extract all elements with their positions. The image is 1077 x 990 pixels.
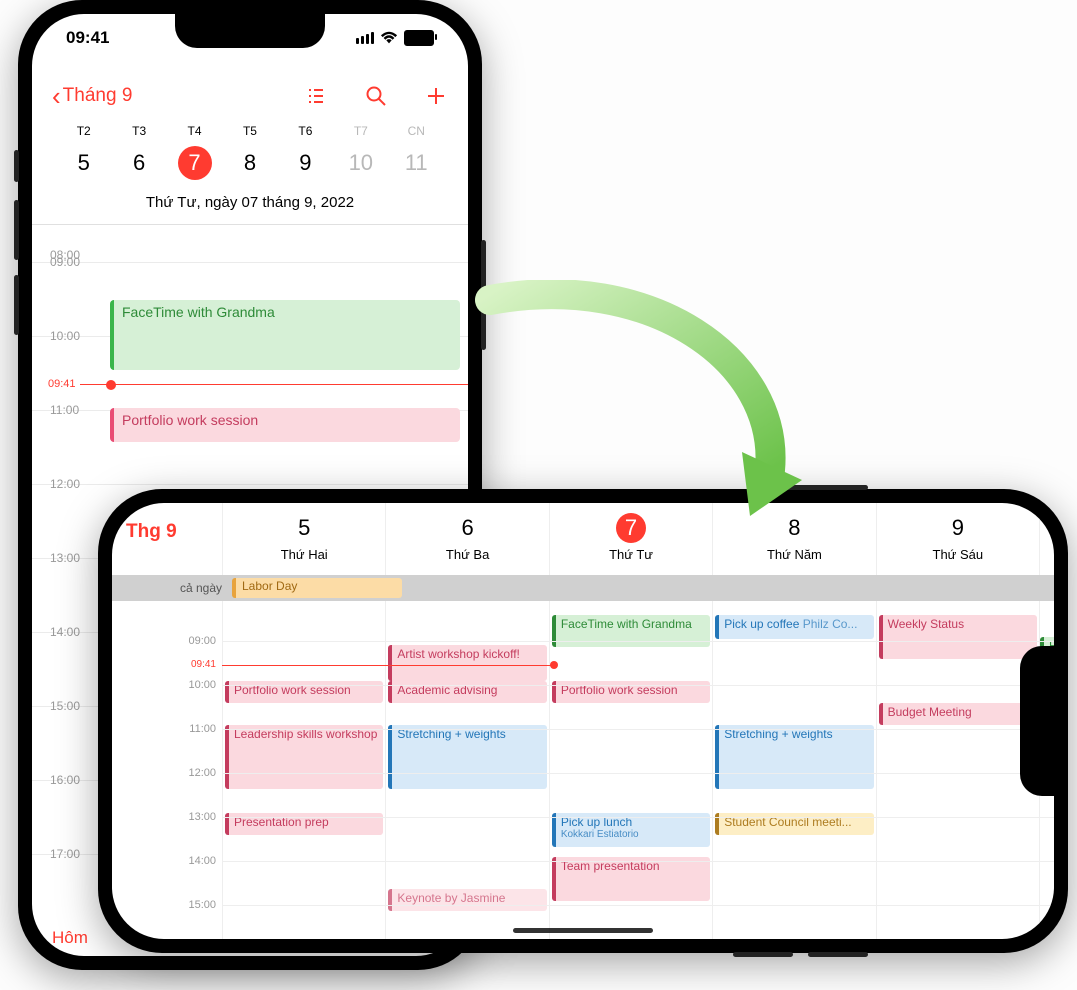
- grid-col-fri: Weekly Status Budget Meeting: [876, 601, 1039, 939]
- all-day-row: cả ngày Labor Day: [112, 575, 1054, 601]
- search-button[interactable]: [364, 84, 388, 108]
- today-button[interactable]: Hôm: [52, 928, 88, 948]
- search-icon: [364, 84, 388, 108]
- chevron-left-icon: ‹: [52, 83, 61, 109]
- day-5[interactable]: 5: [67, 146, 101, 180]
- iphone-landscape: Thg 9 5Thứ Hai 6Thứ Ba 7Thứ Tư 8Thứ Năm …: [98, 489, 1068, 953]
- event-facetime-grandma[interactable]: FaceTime with Grandma: [110, 300, 460, 370]
- event-wed-team[interactable]: Team presentation: [552, 857, 710, 901]
- week-grid[interactable]: 09:00 10:00 11:00 12:00 13:00 14:00 15:0…: [112, 601, 1054, 939]
- event-wed-lunch[interactable]: Pick up lunchKokkari Estiatorio: [552, 813, 710, 847]
- status-time: 09:41: [66, 28, 109, 48]
- now-indicator-dot: [106, 380, 116, 390]
- event-thu-coffee[interactable]: Pick up coffee Philz Co...: [715, 615, 873, 639]
- list-view-button[interactable]: [304, 84, 328, 108]
- grid-col-thu: Pick up coffee Philz Co... Stretching + …: [712, 601, 875, 939]
- now-line-landscape: [222, 665, 554, 666]
- event-wed-facetime[interactable]: FaceTime with Grandma: [552, 615, 710, 647]
- week-col-mon[interactable]: 5Thứ Hai: [222, 503, 385, 575]
- all-day-label: cả ngày: [112, 581, 230, 595]
- cellular-icon: [356, 32, 374, 44]
- add-event-button[interactable]: [424, 84, 448, 108]
- event-mon-leadership[interactable]: Leadership skills workshop: [225, 725, 383, 789]
- day-8[interactable]: 8: [233, 146, 267, 180]
- day-7-selected[interactable]: 7: [178, 146, 212, 180]
- date-title: Thứ Tư, ngày 07 tháng 9, 2022: [32, 194, 468, 211]
- event-fri-weekly[interactable]: Weekly Status: [879, 615, 1037, 659]
- grid-col-mon: Portfolio work session Leadership skills…: [222, 601, 385, 939]
- wifi-icon: [380, 31, 398, 45]
- now-dot-landscape: [550, 661, 558, 669]
- event-fri-budget[interactable]: Budget Meeting: [879, 703, 1037, 725]
- week-day-picker[interactable]: T25 T36 T47 T58 T69 T710 CN11: [32, 124, 468, 180]
- day-9[interactable]: 9: [288, 146, 322, 180]
- event-thu-stretch[interactable]: Stretching + weights: [715, 725, 873, 789]
- day-11[interactable]: 11: [399, 146, 433, 180]
- day-6[interactable]: 6: [122, 146, 156, 180]
- event-tue-stretch[interactable]: Stretching + weights: [388, 725, 546, 789]
- battery-icon: [404, 30, 434, 46]
- landscape-screen: Thg 9 5Thứ Hai 6Thứ Ba 7Thứ Tư 8Thứ Năm …: [112, 503, 1054, 939]
- now-indicator-line: [80, 384, 468, 385]
- event-portfolio-work[interactable]: Portfolio work session: [110, 408, 460, 442]
- list-icon: [304, 84, 328, 108]
- week-col-thu[interactable]: 8Thứ Năm: [712, 503, 875, 575]
- back-label: Tháng 9: [63, 85, 133, 107]
- home-indicator[interactable]: [513, 928, 653, 933]
- event-labor-day[interactable]: Labor Day: [232, 578, 402, 598]
- month-label[interactable]: Thg 9: [126, 521, 177, 543]
- grid-col-tue: Artist workshop kickoff! Academic advisi…: [385, 601, 548, 939]
- week-col-fri[interactable]: 9Thứ Sáu: [876, 503, 1039, 575]
- day-10[interactable]: 10: [344, 146, 378, 180]
- week-col-tue[interactable]: 6Thứ Ba: [385, 503, 548, 575]
- back-button[interactable]: ‹ Tháng 9: [52, 83, 132, 109]
- week-col-wed[interactable]: 7Thứ Tư: [549, 503, 712, 575]
- now-time-label: 09:41: [48, 378, 76, 390]
- event-tue-artist[interactable]: Artist workshop kickoff!: [388, 645, 546, 681]
- event-tue-keynote[interactable]: Keynote by Jasmine: [388, 889, 546, 911]
- grid-col-wed: FaceTime with Grandma Portfolio work ses…: [549, 601, 712, 939]
- plus-icon: [424, 84, 448, 108]
- week-header: Thg 9 5Thứ Hai 6Thứ Ba 7Thứ Tư 8Thứ Năm …: [112, 503, 1054, 576]
